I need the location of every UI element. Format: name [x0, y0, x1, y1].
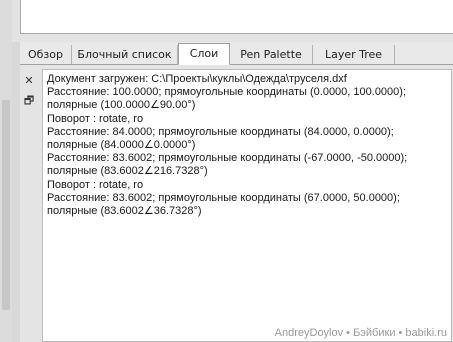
tab-layer-tree[interactable]: Layer Tree	[313, 45, 395, 64]
top-area	[0, 0, 453, 42]
history-line: полярные (84.0000∠0.0000°)	[47, 139, 196, 152]
drawing-area[interactable]	[20, 0, 453, 34]
history-line: Поворот : rotate, ro	[47, 178, 144, 191]
left-scrollbar[interactable]	[2, 100, 10, 310]
restore-window-icon[interactable]: 🗗	[23, 95, 35, 107]
dock-tabbar: Обзор Блочный список Слои Pen Palette La…	[20, 42, 453, 65]
watermark: AndreyDoylov • Бэйбики • babiki.ru	[274, 327, 447, 339]
history-line: Расстояние: 100.0000; прямоугольные коор…	[47, 86, 407, 99]
history-line: Поворот : rotate, ro	[47, 112, 144, 125]
tab-overview[interactable]: Обзор	[20, 45, 72, 64]
tab-block-list[interactable]: Блочный список	[72, 45, 178, 64]
command-history[interactable]: Документ загружен: C:\Проекты\куклы\Одеж…	[42, 69, 452, 342]
history-line: Расстояние: 83.6002; прямоугольные коорд…	[47, 191, 400, 204]
tab-layers[interactable]: Слои	[178, 43, 230, 65]
history-line: полярные (100.0000∠90.00°)	[47, 99, 196, 112]
history-line: Расстояние: 84.0000; прямоугольные коорд…	[47, 125, 394, 138]
panel-toolbar: ✕ 🗗	[20, 65, 38, 342]
left-side-strip	[0, 0, 12, 342]
close-icon[interactable]: ✕	[23, 75, 35, 87]
tab-pen-palette[interactable]: Pen Palette	[230, 45, 313, 64]
history-text: Документ загружен: C:\Проекты\куклы\Одеж…	[47, 73, 447, 218]
history-line: полярные (83.6002∠36.7328°)	[47, 205, 202, 218]
history-line: Документ загружен: C:\Проекты\куклы\Одеж…	[47, 73, 347, 85]
command-line-panel: ✕ 🗗 Документ загружен: C:\Проекты\куклы\…	[20, 65, 453, 342]
history-line: Расстояние: 83.6002; прямоугольные коорд…	[47, 152, 408, 165]
history-line: полярные (83.6002∠216.7328°)	[47, 165, 208, 178]
